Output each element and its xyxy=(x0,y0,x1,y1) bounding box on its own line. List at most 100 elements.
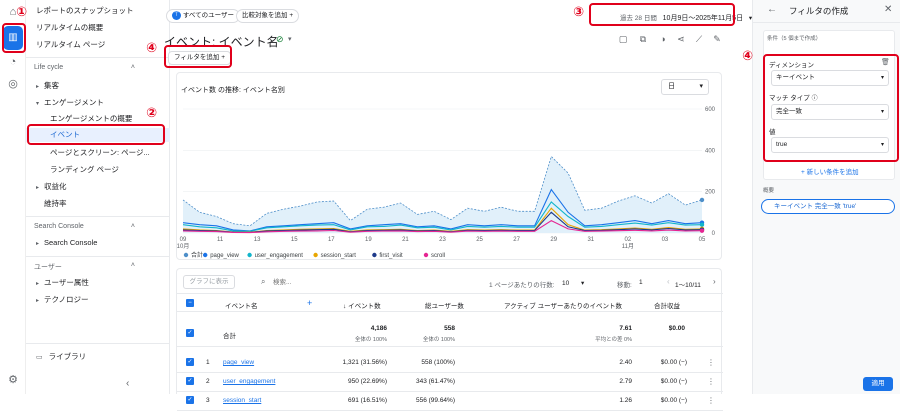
explore-icon[interactable]: ◔ xyxy=(5,54,21,70)
data-table: グラフに表示 ⌕ 1 ページあたりの行数: 10 ▾ 移動: 1 ‹ 1〜10/… xyxy=(176,268,723,411)
prev-page-icon[interactable]: ‹ xyxy=(667,277,670,286)
divider xyxy=(26,343,170,344)
event-name-link[interactable]: user_engagement xyxy=(223,378,275,385)
event-name-link[interactable]: page_view xyxy=(223,359,254,366)
add-dimension-icon[interactable]: + xyxy=(307,298,312,308)
x-tick-label: 03 xyxy=(662,237,669,243)
rows-per-page-select[interactable]: 10 ▾ xyxy=(562,279,584,287)
x-tick-label: 21 xyxy=(402,237,409,243)
insights-icon[interactable]: ◑ xyxy=(658,34,668,44)
nav-search-console[interactable]: ▸ Search Console xyxy=(26,236,170,250)
annotation-number-4-panel: ④ xyxy=(742,48,754,63)
x-tick-label: 09 xyxy=(180,237,187,243)
totals-users-sub: 全体の 100% xyxy=(422,337,455,343)
legend-label: 合計 xyxy=(191,251,203,259)
nav-demographics[interactable]: ▸ ユーザー属性 xyxy=(26,276,170,290)
page-jump-input[interactable]: 1 xyxy=(639,279,643,286)
nav-label: Search Console xyxy=(44,238,98,247)
left-rail: ⌂ ▥ ◔ ◎ ⚙ xyxy=(0,0,26,394)
show-in-graph-button[interactable]: グラフに表示 xyxy=(183,275,235,289)
divider xyxy=(753,22,900,23)
nav-label: テクノロジー xyxy=(44,295,89,304)
nav-library[interactable]: ▭ ライブラリ xyxy=(26,350,170,364)
nav-realtime-overview[interactable]: リアルタイムの概要 xyxy=(26,21,170,35)
totals-checkbox[interactable]: ✓ xyxy=(186,329,194,337)
nav-pages-screens[interactable]: ページとスクリーン: ページ... xyxy=(26,146,170,160)
compare-icon[interactable]: ⧉ xyxy=(638,34,648,44)
collapse-chevron-icon[interactable]: ˄ xyxy=(131,64,135,71)
select-all-checkbox[interactable]: − xyxy=(186,299,194,307)
col-header-per-user[interactable]: アクティブ ユーザーあたりのイベント数 xyxy=(504,300,622,310)
all-users-chip[interactable]: ⊤ すべてのユーザー xyxy=(166,9,240,23)
row-menu-icon[interactable]: ⋮ xyxy=(707,396,715,405)
collapse-chevron-icon[interactable]: ˄ xyxy=(131,223,135,230)
row-checkbox[interactable]: ✓ xyxy=(186,396,194,404)
col-header-revenue[interactable]: 合計収益 xyxy=(654,300,680,310)
cell-users: 556 (99.64%) xyxy=(415,397,455,404)
customize-report-icon[interactable]: ▢ xyxy=(618,34,628,44)
apply-button[interactable]: 適用 xyxy=(863,377,893,391)
verified-check-icon: ⊘ xyxy=(276,34,284,44)
legend-marker xyxy=(183,252,189,258)
event-name-link[interactable]: session_start xyxy=(223,397,261,404)
x-tick-label: 10月 xyxy=(177,243,189,250)
collapse-sidebar-icon[interactable]: ‹ xyxy=(126,378,129,389)
add-condition-button[interactable]: + 新しい条件を追加 xyxy=(801,166,859,176)
nav-monetization[interactable]: ▸ 収益化 xyxy=(26,180,170,194)
next-page-icon[interactable]: › xyxy=(713,277,716,286)
annotation-number-2: ② xyxy=(146,105,158,120)
col-header-events[interactable]: ↓ イベント数 xyxy=(343,300,381,310)
row-number: 1 xyxy=(206,359,210,366)
title-dropdown-icon[interactable]: ▾ xyxy=(288,35,292,43)
table-row[interactable]: ✓ 1 page_view 1,321 (31.56%) 558 (100%) 2.40 $… xyxy=(177,354,723,373)
table-row[interactable]: ✓ 2 user_engagement 950 (22.69%) 343 (61.47%… xyxy=(177,373,723,392)
trend-icon[interactable]: ⟋ xyxy=(694,34,704,44)
nav-landing-page[interactable]: ランディング ページ xyxy=(26,163,170,177)
cell-per-user: 1.26 xyxy=(619,397,632,404)
divider xyxy=(177,311,723,312)
settings-icon[interactable]: ⚙ xyxy=(5,372,21,388)
col-header-users[interactable]: 総ユーザー数 xyxy=(425,300,464,310)
back-arrow-icon[interactable]: ← xyxy=(767,4,777,15)
totals-users: 558 xyxy=(444,325,455,332)
col-header-label: イベント数 xyxy=(348,303,381,310)
close-icon[interactable]: ✕ xyxy=(884,4,892,15)
x-tick-label: 31 xyxy=(587,237,594,243)
chip-label: 比較対象を追加 xyxy=(242,12,288,19)
add-comparison-chip[interactable]: 比較対象を追加 + xyxy=(236,9,300,23)
nav-retention[interactable]: 維持率 xyxy=(26,197,170,211)
nav-acquisition[interactable]: ▸ 集客 xyxy=(26,79,170,93)
divider xyxy=(26,216,170,217)
totals-label: 合計 xyxy=(223,333,236,340)
sidebar-nav: レポートのスナップショット リアルタイムの概要 リアルタイム ページ Life … xyxy=(26,0,170,394)
nav-label: ユーザー属性 xyxy=(44,278,89,287)
edit-icon[interactable]: ✎ xyxy=(712,34,722,44)
legend-marker xyxy=(247,252,252,258)
page-range: 1〜10/11 xyxy=(675,282,701,289)
nav-report-snapshot[interactable]: レポートのスナップショット xyxy=(26,4,170,18)
row-menu-icon[interactable]: ⋮ xyxy=(707,358,715,367)
nav-tech[interactable]: ▸ テクノロジー xyxy=(26,293,170,307)
x-tick-label: 27 xyxy=(513,237,520,243)
row-checkbox[interactable]: ✓ xyxy=(186,358,194,366)
collapse-chevron-icon[interactable]: ˄ xyxy=(131,262,135,269)
advertising-icon[interactable]: ◎ xyxy=(5,76,21,92)
row-checkbox[interactable]: ✓ xyxy=(186,377,194,385)
legend-marker xyxy=(203,252,208,258)
line-chart: 600 400 200 0 0910月 11 13 15 17 19 21 23 25 27 29 31 021… xyxy=(177,107,716,259)
row-menu-icon[interactable]: ⋮ xyxy=(707,377,715,386)
legend-label: page_view xyxy=(210,253,239,259)
cell-events: 691 (16.51%) xyxy=(347,397,387,404)
cell-per-user: 2.79 xyxy=(619,378,632,385)
plus-icon: + xyxy=(289,12,294,19)
chip-label: すべてのユーザー xyxy=(182,12,234,19)
nav-label: ライブラリ xyxy=(48,352,87,361)
main-content: ⊤ すべてのユーザー 比較対象を追加 + 過去 28 日間 10月9日～2025… xyxy=(164,0,752,411)
col-header-event-name[interactable]: イベント名 xyxy=(225,300,258,310)
share-icon[interactable]: ⋖ xyxy=(676,34,686,44)
table-row[interactable]: ✓ 3 session_start 691 (16.51%) 556 (99.64%) 1… xyxy=(177,392,723,411)
folder-icon: ▭ xyxy=(36,354,43,361)
divider xyxy=(26,57,170,58)
annotation-number-3: ③ xyxy=(573,4,585,19)
table-search-input[interactable] xyxy=(273,276,423,288)
